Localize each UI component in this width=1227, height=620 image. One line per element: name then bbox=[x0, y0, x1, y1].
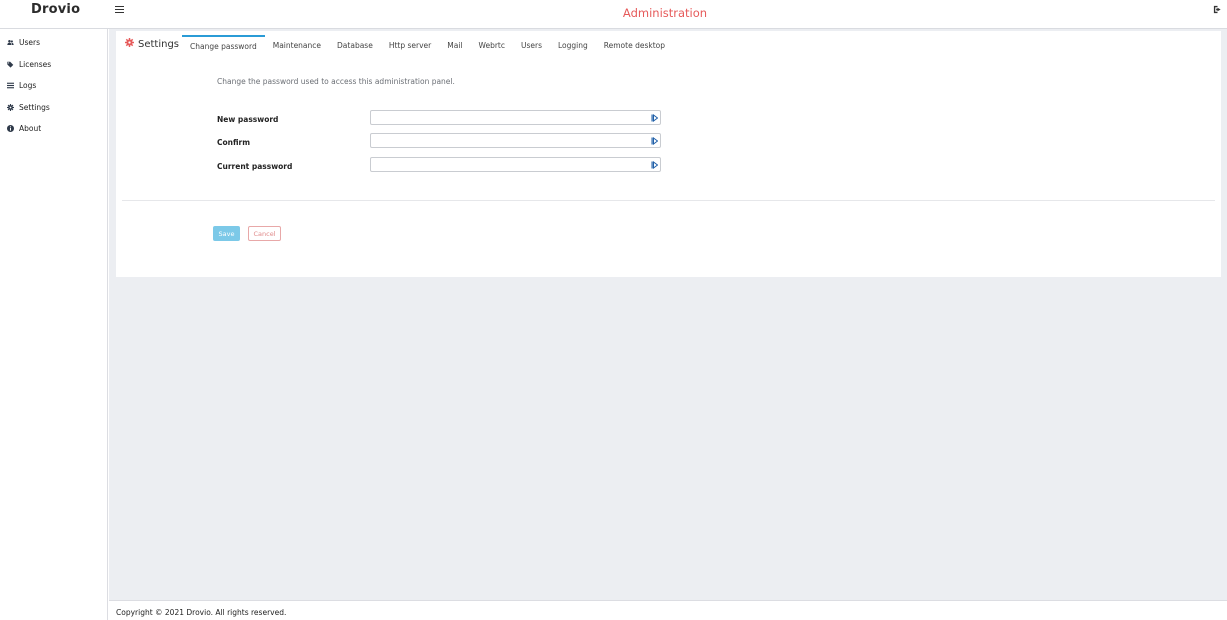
current-password-label: Current password bbox=[217, 162, 293, 171]
current-password-input[interactable] bbox=[371, 158, 660, 171]
page-title: Administration bbox=[622, 6, 708, 20]
password-toggle-icon[interactable] bbox=[651, 114, 659, 122]
sidebar-item-about[interactable]: About bbox=[7, 122, 41, 134]
copyright-text: Copyright © 2021 Drovio. All rights rese… bbox=[116, 608, 287, 617]
new-password-field[interactable] bbox=[370, 110, 661, 125]
list-icon bbox=[7, 82, 14, 89]
tab-database[interactable]: Database bbox=[329, 35, 381, 57]
sidebar-item-label: Licenses bbox=[19, 59, 52, 69]
form-description: Change the password used to access this … bbox=[217, 77, 455, 86]
sidebar-item-label: About bbox=[19, 123, 42, 133]
password-toggle-icon[interactable] bbox=[651, 161, 659, 169]
tab-change-password[interactable]: Change password bbox=[182, 35, 265, 57]
tab-users[interactable]: Users bbox=[513, 35, 550, 57]
new-password-input[interactable] bbox=[371, 111, 660, 124]
tags-icon bbox=[7, 61, 14, 68]
new-password-label: New password bbox=[217, 115, 279, 124]
gear-icon bbox=[7, 103, 14, 111]
settings-card: Settings Change password Maintenance Dat… bbox=[116, 31, 1221, 277]
password-toggle-icon[interactable] bbox=[651, 137, 659, 145]
cancel-button[interactable]: Cancel bbox=[248, 226, 281, 241]
info-icon bbox=[7, 124, 14, 132]
sidebar-item-users[interactable]: Users bbox=[7, 36, 40, 48]
tab-webrtc[interactable]: Webrtc bbox=[470, 35, 513, 57]
gear-icon bbox=[125, 38, 134, 50]
confirm-password-label: Confirm bbox=[217, 138, 251, 147]
sidebar-item-label: Users bbox=[19, 37, 41, 47]
form-divider bbox=[122, 200, 1215, 201]
settings-title: Settings bbox=[138, 38, 180, 50]
tab-logging[interactable]: Logging bbox=[550, 35, 596, 57]
sidebar-item-licenses[interactable]: Licenses bbox=[7, 58, 51, 70]
sidebar-item-label: Settings bbox=[19, 102, 50, 112]
settings-heading: Settings bbox=[125, 38, 179, 50]
users-icon bbox=[7, 39, 14, 46]
sidebar-item-label: Logs bbox=[19, 80, 37, 90]
confirm-password-field[interactable] bbox=[370, 133, 661, 148]
sidebar-item-logs[interactable]: Logs bbox=[7, 79, 36, 91]
current-password-field[interactable] bbox=[370, 157, 661, 172]
tab-mail[interactable]: Mail bbox=[439, 35, 470, 57]
logout-icon[interactable] bbox=[1213, 5, 1222, 14]
main-content: Settings Change password Maintenance Dat… bbox=[109, 29, 1227, 600]
tab-http-server[interactable]: Http server bbox=[381, 35, 439, 57]
save-button[interactable]: Save bbox=[213, 226, 240, 241]
tab-remote-desktop[interactable]: Remote desktop bbox=[596, 35, 673, 57]
confirm-password-input[interactable] bbox=[371, 134, 660, 147]
top-bar: Drovio Administration bbox=[0, 0, 1227, 29]
sidebar-item-settings[interactable]: Settings bbox=[7, 101, 50, 113]
tab-maintenance[interactable]: Maintenance bbox=[265, 35, 329, 57]
sidebar: Users Licenses Logs Settings About bbox=[0, 29, 108, 620]
footer: Copyright © 2021 Drovio. All rights rese… bbox=[109, 600, 1227, 620]
settings-tabs: Change password Maintenance Database Htt… bbox=[182, 35, 673, 57]
